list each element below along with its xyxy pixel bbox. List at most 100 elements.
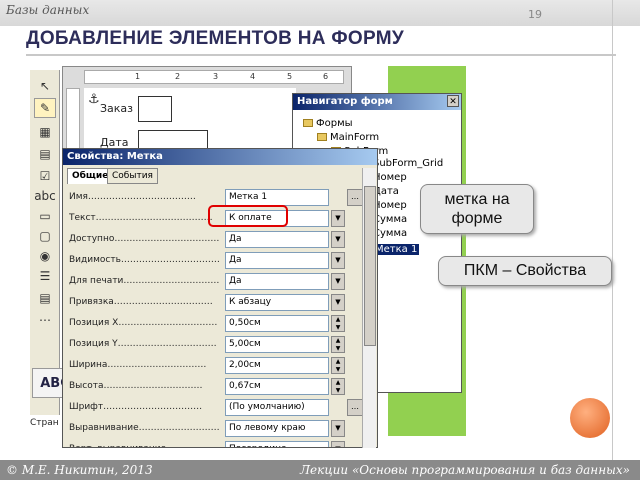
slide-title: Добавление элементов на форму (26, 28, 404, 49)
spin-buttons-icon[interactable]: ▲ ▼ (331, 357, 345, 374)
property-value[interactable]: Да (225, 252, 329, 269)
more-controls-icon[interactable]: ⋯ (34, 310, 56, 330)
form-design-icon[interactable]: ▦ (34, 122, 56, 142)
property-value[interactable]: Да (225, 273, 329, 290)
property-row: Для печати…………………………… Да ▼ (69, 273, 369, 291)
ruler-mark: 3 (213, 72, 219, 81)
chevron-down-icon[interactable]: ▼ (331, 294, 345, 311)
slide-header: Базы данных 19 (0, 0, 640, 26)
list-box-icon[interactable]: ☰ (34, 266, 56, 286)
decorative-circle (570, 398, 610, 438)
chevron-down-icon[interactable]: ▼ (331, 252, 345, 269)
right-border-line (612, 0, 613, 460)
property-value[interactable]: 2,00см (225, 357, 329, 374)
property-label: Имя……………………………… (69, 192, 196, 202)
spin-buttons-icon[interactable]: ▲ ▼ (331, 315, 345, 332)
slide-number: 19 (528, 8, 542, 21)
nav-tree-item[interactable]: MainForm (317, 132, 379, 143)
callout-label-on-form: метка на форме (420, 184, 534, 234)
property-value[interactable]: Посередине (225, 441, 329, 447)
tab-events[interactable]: События (107, 168, 158, 184)
radio-button-icon[interactable]: ◉ (34, 246, 56, 266)
combo-box-icon[interactable]: ▤ (34, 288, 56, 308)
property-value[interactable]: К абзацу (225, 294, 329, 311)
nav-tree-item[interactable]: SubForm_Grid (373, 158, 443, 169)
nav-tree-item[interactable]: Номер (373, 172, 407, 183)
push-button-icon[interactable]: ▢ (34, 226, 56, 246)
property-row: Шрифт…………………………… (По умолчанию) … (69, 399, 369, 417)
spin-buttons-icon[interactable]: ▲ ▼ (331, 378, 345, 395)
ruler-mark: 5 (287, 72, 293, 81)
title-divider (26, 54, 616, 56)
control-properties-icon[interactable]: ▤ (34, 144, 56, 164)
property-label: Для печати…………………………… (69, 276, 219, 286)
form-label-order[interactable]: Заказ (100, 102, 133, 115)
ellipsis-button[interactable]: … (347, 399, 363, 416)
property-value[interactable]: По левому краю (225, 420, 329, 437)
property-value[interactable]: 5,00см (225, 336, 329, 353)
navigator-title-bar: Навигатор форм ✕ (293, 94, 461, 110)
property-label: Высота…………………………… (69, 381, 203, 391)
callout-rmb-properties: ПКМ – Свойства (438, 256, 612, 286)
ruler-mark: 6 (323, 72, 329, 81)
nav-tree-item-selected[interactable]: Метка 1 (373, 244, 420, 255)
property-row: Выравнивание…………………………… По левому краю▼ (69, 420, 369, 438)
ellipsis-button[interactable]: … (347, 189, 363, 206)
spin-buttons-icon[interactable]: ▲ ▼ (331, 336, 345, 353)
chevron-down-icon[interactable]: ▼ (331, 210, 345, 227)
ruler-mark: 2 (175, 72, 181, 81)
form-field-order[interactable] (138, 96, 172, 122)
chevron-down-icon[interactable]: ▼ (331, 273, 345, 290)
property-value[interactable]: 0,67см (225, 378, 329, 395)
property-label: Привязка…………………………… (69, 297, 213, 307)
close-icon[interactable]: ✕ (447, 95, 459, 107)
anchor-icon: ⚓ (88, 92, 100, 107)
label-tool-icon[interactable]: abc (34, 186, 56, 206)
property-value[interactable]: (По умолчанию) (225, 399, 329, 416)
highlight-text-property (208, 205, 288, 227)
property-value[interactable]: Да (225, 231, 329, 248)
folder-icon (303, 119, 313, 127)
scrollbar-thumb[interactable] (364, 186, 376, 346)
property-row: Позиция X…………………………… 0,50см ▲ ▼ (69, 315, 369, 333)
form-controls-toolbar: ↖ ✎ ▦ ▤ ☑ abc ▭ ▢ ◉ ☰ ▤ ⋯ ABC (30, 70, 78, 415)
property-row: Позиция Y…………………………… 5,00см ▲ ▼ (69, 336, 369, 354)
property-value[interactable]: Метка 1 (225, 189, 329, 206)
property-row: Верт. выравнивание…………………… Посередине▼ (69, 441, 369, 447)
form-icon (317, 133, 327, 141)
vertical-ruler (66, 88, 80, 153)
footer-author: © М.Е. Никитин, 2013 (6, 463, 153, 477)
navigator-title: Навигатор форм (297, 96, 393, 107)
nav-tree-item[interactable]: Формы (303, 118, 353, 129)
property-row: Доступно……………………………… Да ▼ (69, 231, 369, 249)
nav-tree-item[interactable]: Сумма (373, 214, 407, 225)
checkbox-icon[interactable]: ☑ (34, 166, 56, 186)
property-label: Доступно……………………………… (69, 234, 219, 244)
footer-course: Лекции «Основы программирования и баз да… (300, 463, 630, 477)
property-label: Видимость…………………………… (69, 255, 219, 265)
slide-topic: Базы данных (6, 3, 90, 17)
nav-tree-item[interactable]: Сумма (373, 228, 407, 239)
chevron-down-icon[interactable]: ▼ (331, 420, 345, 437)
property-label: Верт. выравнивание…………………… (69, 444, 219, 447)
text-field-icon[interactable]: ▭ (34, 206, 56, 226)
nav-tree-item[interactable]: Номер (373, 200, 407, 211)
property-value[interactable]: 0,50см (225, 315, 329, 332)
properties-dialog: Свойства: Метка Общие События Имя…………………… (62, 148, 378, 448)
ruler-mark: 1 (135, 72, 141, 81)
property-label: Шрифт…………………………… (69, 402, 203, 412)
select-pointer-icon[interactable]: ↖ (34, 76, 56, 96)
property-row: Ширина…………………………… 2,00см ▲ ▼ (69, 357, 369, 375)
property-label: Позиция Y…………………………… (69, 339, 217, 349)
property-label: Ширина…………………………… (69, 360, 207, 370)
chevron-down-icon[interactable]: ▼ (331, 231, 345, 248)
property-row: Привязка…………………………… К абзацу ▼ (69, 294, 369, 312)
ruler-mark: 4 (250, 72, 256, 81)
form-design-area[interactable]: Заказ Дата (84, 88, 296, 153)
properties-scrollbar[interactable] (362, 168, 376, 448)
property-label: Выравнивание…………………………… (69, 423, 219, 433)
design-mode-icon[interactable]: ✎ (34, 98, 56, 118)
property-label: Позиция X…………………………… (69, 318, 218, 328)
chevron-down-icon[interactable]: ▼ (331, 441, 345, 447)
property-label: Текст………………………………… (69, 213, 213, 223)
